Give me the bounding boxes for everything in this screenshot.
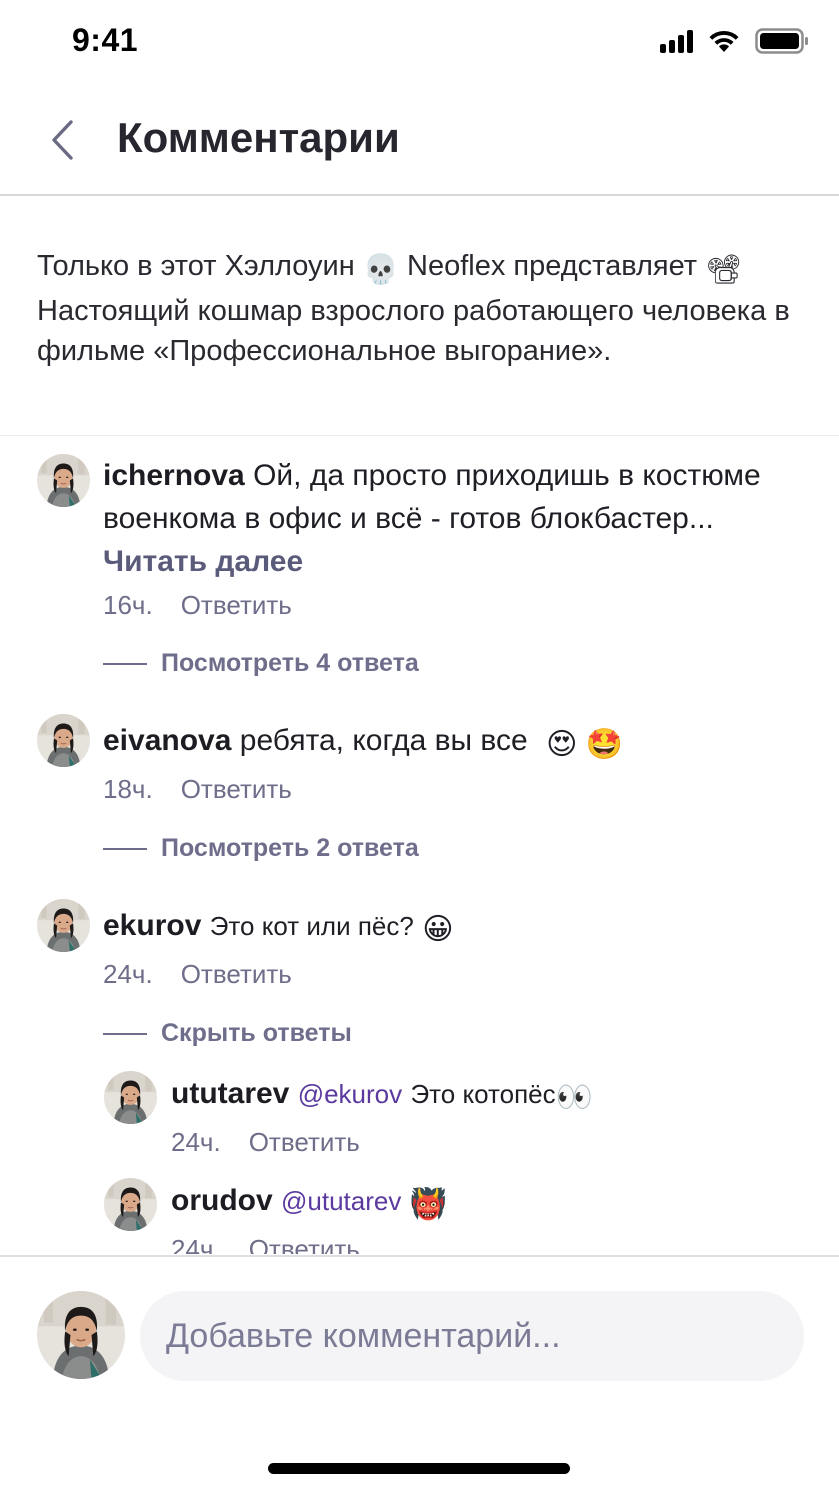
comment-time: 24ч. [171,1127,221,1157]
cellular-signal-icon [660,29,693,53]
home-indicator [268,1463,570,1474]
comments-list[interactable]: ichernova Ой, да просто приходишь в кост… [0,436,839,1254]
avatar[interactable] [37,899,90,952]
comment-body: ututarev @ekurov Это котопёс👀 [171,1073,811,1118]
current-user-avatar [37,1291,125,1379]
comment-username[interactable]: ekurov [103,909,201,942]
reply-button[interactable]: Ответить [249,1127,360,1158]
comment-username[interactable]: ututarev [171,1077,289,1110]
comment-time: 24ч. [103,959,153,989]
hide-replies-label: Скрыть ответы [161,1019,352,1047]
status-icons [660,28,809,54]
comment-meta: 24ч. Ответить [171,1127,360,1158]
view-replies-label: Посмотреть 4 ответа [161,649,419,677]
divider-line [103,847,147,850]
post-text-part: Настоящий кошмар взрослого работающего ч… [37,294,790,368]
divider-line [103,1032,147,1035]
post-text: Только в этот Хэллоуин 💀 Neoflex предста… [37,246,807,372]
battery-icon [755,28,808,54]
view-replies-button[interactable]: Посмотреть 4 ответа [103,649,419,678]
comment-body: ekurov Это кот или пёс? 😀 [103,905,803,950]
reply-button[interactable]: Ответить [249,1234,360,1254]
comment-time: 16ч. [103,590,153,620]
comment-meta: 24ч. Ответить [103,959,292,990]
read-more-link[interactable]: Читать далее [103,545,303,578]
comment: eivanova ребята, когда вы все 😍 🤩 18ч. О… [0,712,839,872]
avatar[interactable] [37,454,90,507]
avatar[interactable] [37,714,90,767]
comment-body: ichernova Ой, да просто приходишь в кост… [103,454,803,583]
comment-body: orudov @ututarev 👹 [171,1180,811,1225]
grinning-emoji-icon: 😀 [422,913,454,946]
reply-button[interactable]: Ответить [181,959,292,990]
eyes-emoji-icon: 👀 [555,1081,594,1114]
comment-username[interactable]: ichernova [103,459,245,492]
divider-line [103,662,147,665]
page-title: Комментарии [117,114,400,161]
comment-time: 24ч. [171,1234,221,1254]
comment: ichernova Ой, да просто приходишь в кост… [0,436,839,686]
comment-text: Это котопёс [410,1079,556,1109]
comment-meta: 18ч. Ответить [103,774,292,805]
hide-replies-button[interactable]: Скрыть ответы [103,1019,352,1048]
back-button[interactable] [40,114,84,166]
comment: ekurov Это кот или пёс? 😀 24ч. Ответить … [0,897,839,1254]
comment-time: 18ч. [103,774,153,804]
comment-username[interactable]: orudov [171,1184,273,1217]
bottom-divider [0,1255,839,1257]
reply-button[interactable]: Ответить [181,774,292,805]
reply: ututarev @ekurov Это котопёс👀 24ч. Ответ… [0,1069,839,1169]
comment-meta: 24ч. Ответить [171,1234,360,1254]
avatar[interactable] [104,1178,157,1231]
post-text-part: Neoflex представляет [398,250,706,282]
view-replies-button[interactable]: Посмотреть 2 ответа [103,834,419,863]
post-text-part: Только в этот Хэллоуин [37,250,363,282]
header: Комментарии [0,84,839,196]
comment-meta: 16ч. Ответить [103,590,292,621]
comment-input[interactable] [140,1291,804,1381]
film-projector-emoji-icon: 📽 [705,254,742,286]
comment-text: Это кот или пёс? [209,911,414,941]
emoji-icon: 😍 🤩 [546,728,624,761]
comment-body: eivanova ребята, когда вы все 😍 🤩 [103,720,803,765]
mention-link[interactable]: @ututarev [281,1186,401,1216]
view-replies-label: Посмотреть 2 ответа [161,834,419,862]
ogre-emoji-icon: 👹 [409,1188,448,1221]
status-bar: 9:41 [0,0,839,84]
wifi-icon [709,30,739,52]
avatar[interactable] [104,1071,157,1124]
reply-button[interactable]: Ответить [181,590,292,621]
skull-emoji-icon: 💀 [362,254,399,286]
chevron-left-icon [52,120,73,160]
comment-username[interactable]: eivanova [103,724,231,757]
mention-link[interactable]: @ekurov [298,1079,402,1109]
status-time: 9:41 [72,22,139,58]
reply: orudov @ututarev 👹 24ч. Ответить [0,1176,839,1254]
comment-text: ребята, когда вы все [239,724,528,757]
